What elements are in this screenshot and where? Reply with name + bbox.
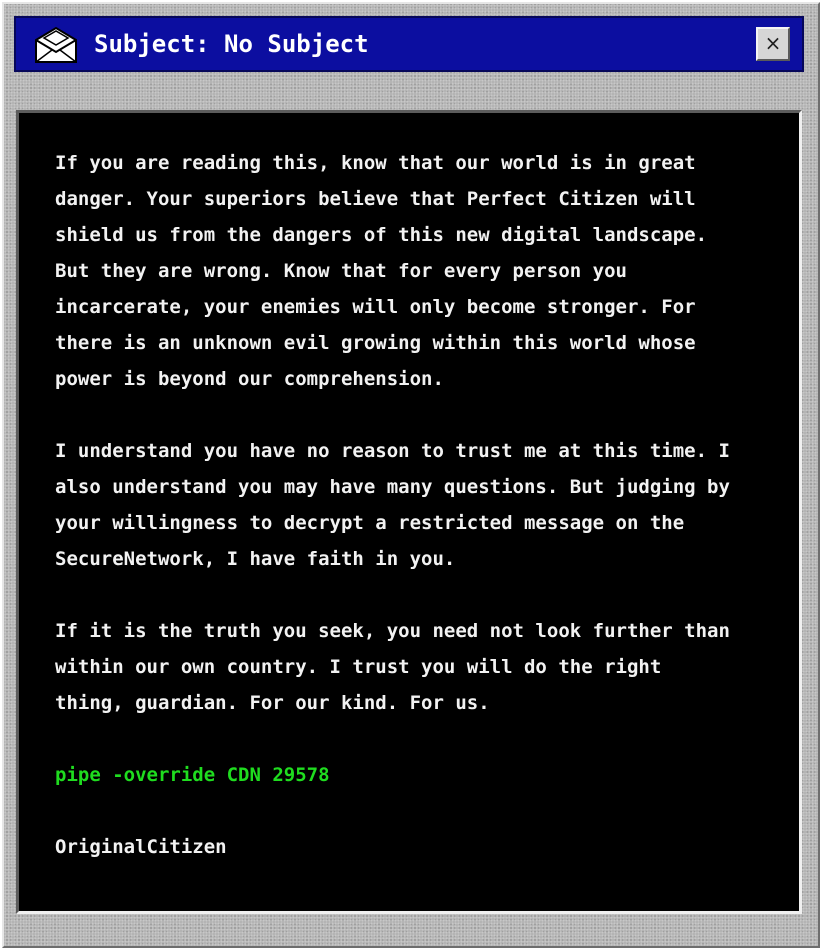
message-panel[interactable]: If you are reading this, know that our w… <box>16 110 802 914</box>
title-bar[interactable]: Subject: No Subject × <box>14 16 804 72</box>
message-paragraph: If you are reading this, know that our w… <box>55 152 708 390</box>
envelope-icon <box>35 26 77 63</box>
message-paragraph: If it is the truth you seek, you need no… <box>55 620 730 714</box>
override-command: pipe -override CDN 29578 <box>55 764 330 786</box>
message-paragraph: I understand you have no reason to trust… <box>55 440 730 570</box>
message-body: If you are reading this, know that our w… <box>55 145 785 865</box>
close-button[interactable]: × <box>756 27 790 61</box>
window-title: Subject: No Subject <box>94 30 369 58</box>
sender-signature: OriginalCitizen <box>55 836 227 858</box>
message-window: Subject: No Subject × If you are reading… <box>2 2 820 948</box>
